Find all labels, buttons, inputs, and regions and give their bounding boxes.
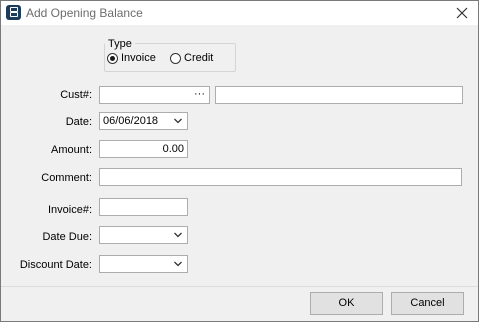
cust-name-input[interactable] <box>215 86 463 104</box>
comment-label: Comment: <box>41 172 92 184</box>
footer-divider <box>1 286 478 287</box>
invoice-radio[interactable]: Invoice <box>107 52 156 64</box>
invoice-number-label: Invoice#: <box>47 204 92 216</box>
title-bar: Add Opening Balance <box>1 1 478 25</box>
close-icon <box>456 7 468 19</box>
amount-value: 0.00 <box>162 143 184 155</box>
credit-radio-label: Credit <box>184 52 214 64</box>
cust-number-input[interactable]: ··· <box>99 86 210 104</box>
chevron-down-icon <box>174 118 182 124</box>
discount-date-dropdown[interactable] <box>99 255 188 273</box>
app-logo-icon <box>6 5 21 20</box>
discount-date-label: Discount Date: <box>19 259 92 271</box>
date-dropdown[interactable]: 06/06/2018 <box>99 112 188 130</box>
comment-input[interactable] <box>99 168 462 186</box>
ok-button[interactable]: OK <box>310 292 383 315</box>
close-button[interactable] <box>452 3 472 23</box>
dialog-window: Add Opening Balance Type Invoice Credit … <box>0 0 479 322</box>
radio-checked-icon <box>107 52 118 64</box>
cancel-button[interactable]: Cancel <box>391 292 464 315</box>
date-due-label: Date Due: <box>42 231 92 243</box>
amount-label: Amount: <box>51 144 92 156</box>
window-title: Add Opening Balance <box>26 6 143 20</box>
date-value: 06/06/2018 <box>103 115 159 127</box>
type-group-label: Type <box>105 38 135 50</box>
chevron-down-icon <box>174 261 182 267</box>
invoice-radio-label: Invoice <box>121 52 156 64</box>
amount-input[interactable]: 0.00 <box>99 140 188 158</box>
chevron-down-icon <box>174 232 182 238</box>
date-label: Date: <box>65 116 92 128</box>
cust-lookup-button[interactable]: ··· <box>194 86 205 102</box>
cust-label: Cust#: <box>60 89 92 101</box>
date-due-dropdown[interactable] <box>99 226 188 244</box>
invoice-number-input[interactable] <box>99 198 188 216</box>
radio-unchecked-icon <box>170 52 181 64</box>
credit-radio[interactable]: Credit <box>170 52 213 64</box>
